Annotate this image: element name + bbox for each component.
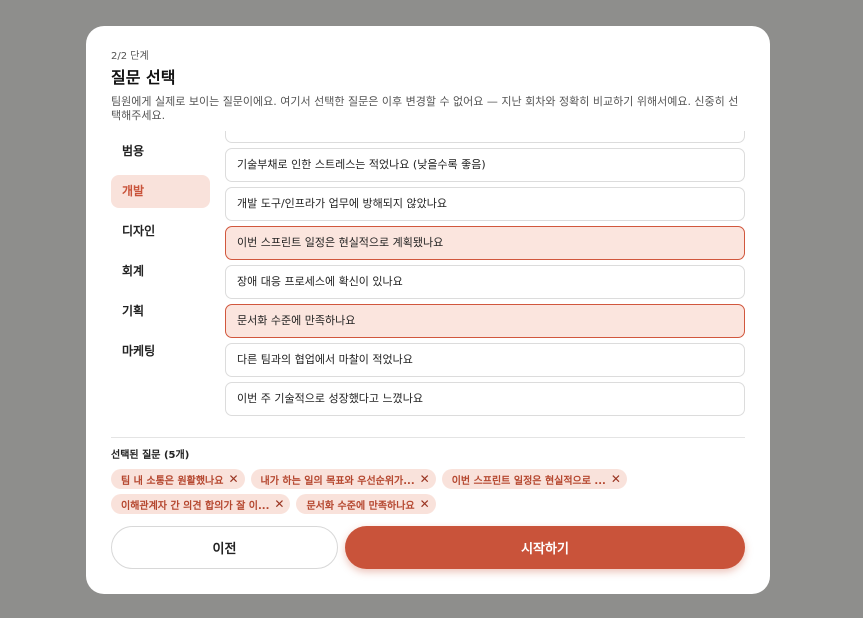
modal-description: 팀원에게 실제로 보이는 질문이에요. 여기서 선택한 질문은 이후 변경할 수…	[111, 95, 739, 122]
close-icon[interactable]: ✕	[611, 472, 621, 486]
chip-label: 이번 스프린트 일정은 현실적으로 ...	[451, 475, 606, 487]
close-icon[interactable]: ✕	[420, 497, 430, 511]
selected-chip: 문서화 수준에 만족하나요 ✕	[296, 494, 436, 514]
selected-chips: 팀 내 소통은 원활했나요 ✕ 내가 하는 일의 목표와 우선순위가... ✕ …	[111, 469, 751, 519]
category-design[interactable]: 디자인	[111, 215, 210, 248]
start-button[interactable]: 시작하기	[345, 526, 745, 569]
question-item[interactable]: 이번 주 기술적으로 성장했다고 느꼈나요	[225, 382, 745, 416]
question-item[interactable]: 개발 도구/인프라가 업무에 방해되지 않았나요	[225, 187, 745, 221]
modal-actions: 이전 시작하기	[111, 526, 745, 569]
category-planning[interactable]: 기획	[111, 295, 210, 328]
question-item[interactable]	[225, 131, 745, 143]
selected-chip: 팀 내 소통은 원활했나요 ✕	[111, 469, 245, 489]
previous-button[interactable]: 이전	[111, 526, 338, 569]
question-item-selected[interactable]: 문서화 수준에 만족하나요	[225, 304, 745, 338]
chip-label: 내가 하는 일의 목표와 우선순위가...	[260, 475, 415, 487]
question-item[interactable]: 기술부채로 인한 스트레스는 적었나요 (낮을수록 좋음)	[225, 148, 745, 182]
step-indicator: 2/2 단계	[111, 51, 149, 62]
question-item-selected[interactable]: 이번 스프린트 일정은 현실적으로 계획됐나요	[225, 226, 745, 260]
chip-label: 이해관계자 간 의견 합의가 잘 이...	[121, 500, 270, 512]
selected-chip: 이해관계자 간 의견 합의가 잘 이... ✕	[111, 494, 291, 514]
category-accounting[interactable]: 회계	[111, 255, 210, 288]
modal-title: 질문 선택	[111, 68, 176, 87]
question-select-modal: 2/2 단계 질문 선택 팀원에게 실제로 보이는 질문이에요. 여기서 선택한…	[86, 26, 770, 594]
selected-chip: 이번 스프린트 일정은 현실적으로 ... ✕	[441, 469, 627, 489]
category-marketing[interactable]: 마케팅	[111, 335, 210, 368]
category-list: 범용 개발 디자인 회계 기획 마케팅	[111, 131, 210, 421]
category-development[interactable]: 개발	[111, 175, 210, 208]
chip-label: 팀 내 소통은 원활했나요	[121, 475, 224, 487]
divider	[111, 437, 745, 438]
close-icon[interactable]: ✕	[274, 497, 284, 511]
close-icon[interactable]: ✕	[228, 472, 238, 486]
close-icon[interactable]: ✕	[420, 472, 430, 486]
question-list[interactable]: 기술부채로 인한 스트레스는 적었나요 (낮을수록 좋음) 개발 도구/인프라가…	[225, 131, 745, 421]
selection-area: 범용 개발 디자인 회계 기획 마케팅 기술부채로 인한 스트레스는 적었나요 …	[111, 131, 745, 421]
category-general[interactable]: 범용	[111, 135, 210, 168]
chip-label: 문서화 수준에 만족하나요	[306, 500, 415, 512]
selected-questions-title: 선택된 질문 (5개)	[111, 450, 190, 461]
question-item[interactable]: 장애 대응 프로세스에 확신이 있나요	[225, 265, 745, 299]
selected-chip: 내가 하는 일의 목표와 우선순위가... ✕	[250, 469, 436, 489]
question-item[interactable]: 다른 팀과의 협업에서 마찰이 적었나요	[225, 343, 745, 377]
